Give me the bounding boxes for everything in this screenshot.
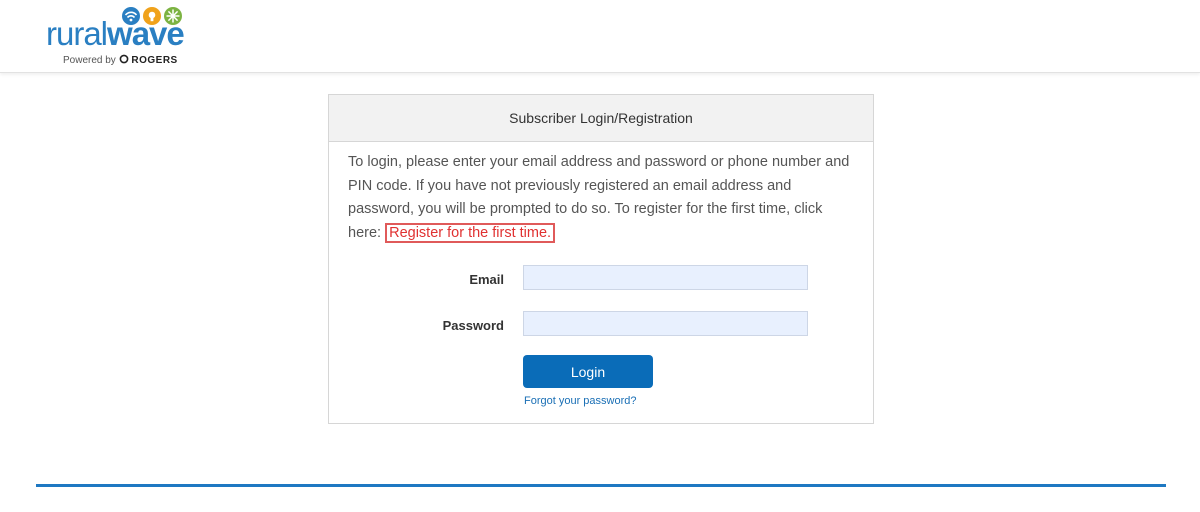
footer-divider [36,484,1166,487]
rogers-icon [119,54,132,66]
powered-by-text: Powered by ROGERS [63,54,178,66]
email-field[interactable] [523,265,808,290]
register-link[interactable]: Register for the first time. [385,222,556,243]
ruralwave-logo[interactable]: ruralwave Powered by ROGERS [46,4,196,68]
logo-part-rural: rural [46,15,108,52]
login-panel: Subscriber Login/Registration To login, … [328,94,874,424]
logo-wordmark: ruralwave [46,14,185,54]
email-label: Email [469,272,504,287]
password-label: Password [442,318,504,333]
site-header: ruralwave Powered by ROGERS [0,0,1200,73]
intro-text: To login, please enter your email addres… [348,151,858,245]
forgot-password-link[interactable]: Forgot your password? [524,395,637,407]
login-button[interactable]: Login [523,355,653,388]
password-field[interactable] [523,311,808,336]
panel-title: Subscriber Login/Registration [329,95,873,142]
powered-brand: ROGERS [131,55,178,66]
powered-prefix: Powered by [63,55,116,66]
logo-part-wave: wave [107,15,185,52]
